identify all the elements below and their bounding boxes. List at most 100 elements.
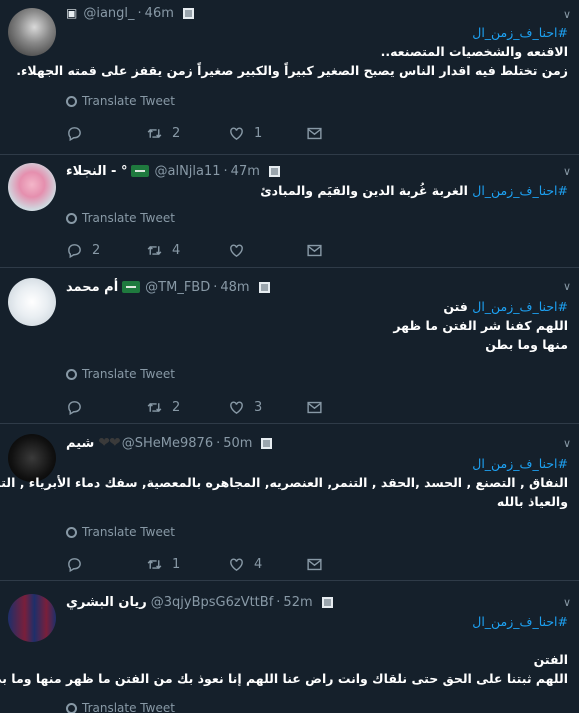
timestamp[interactable]: 52m	[283, 595, 312, 610]
like-count: 4	[254, 556, 263, 572]
timestamp[interactable]: 47m	[231, 164, 260, 179]
hashtag[interactable]: #احنا_ف_زمن_ال	[472, 299, 568, 314]
flag-icon	[131, 165, 150, 177]
retweet-button[interactable]: 1	[146, 555, 180, 573]
globe-icon	[66, 526, 77, 538]
reply-icon	[68, 557, 81, 572]
message-button[interactable]	[306, 555, 323, 573]
tweet[interactable]: ريان البشري @3qjyBpsG6zVttBf · 52m ∨ #اح…	[0, 581, 579, 713]
translate-label: Translate Tweet	[82, 94, 175, 108]
like-button[interactable]: 3	[228, 398, 262, 416]
hashtag[interactable]: #احنا_ف_زمن_ال	[60, 454, 568, 473]
tweet-text-rest: الغربة غُربة الدين والقيَم والمبادئ	[260, 183, 468, 198]
heart-emoji-icon: ❤❤	[98, 435, 120, 451]
globe-icon	[66, 702, 77, 713]
user-handle[interactable]: @iangl_	[83, 6, 134, 21]
image-placeholder-icon	[261, 437, 273, 449]
tweet[interactable]: النجلاء - ° @alNjla11 · 47m ∨ #احنا_ف_زم…	[0, 155, 579, 268]
retweet-button[interactable]: 4	[146, 241, 180, 259]
avatar[interactable]	[8, 163, 56, 211]
tweet-text-line: والعياذ بالله	[496, 494, 568, 509]
flag-icon	[122, 281, 141, 293]
tweet-text-line: الفتن	[533, 652, 568, 667]
tweet-text-rest: فتن	[443, 299, 468, 314]
reply-button[interactable]	[66, 398, 92, 416]
like-icon	[230, 557, 243, 571]
like-button[interactable]: 1	[228, 124, 262, 142]
display-name[interactable]: أم محمد	[66, 280, 118, 295]
user-handle[interactable]: @3qjyBpsG6zVttBf	[151, 595, 274, 610]
chevron-down-icon[interactable]: ∨	[563, 280, 571, 293]
image-placeholder-icon	[268, 165, 280, 177]
tweet[interactable]: شيم ❤❤ @SHeMe9876 · 50m ∨ #احنا_ف_زمن_ال…	[0, 424, 579, 581]
avatar[interactable]	[8, 278, 56, 326]
reply-icon	[68, 126, 81, 141]
tweet[interactable]: ▣ @iangl_ · 46m ∨ #احنا_ف_زمن_ال الاقنعه…	[0, 0, 579, 155]
translate-label: Translate Tweet	[82, 367, 175, 381]
tweet-text: #احنا_ف_زمن_ال الغربة غُربة الدين والقيَ…	[60, 181, 568, 200]
display-name[interactable]: النجلاء - °	[66, 164, 127, 179]
retweet-count: 1	[172, 556, 181, 572]
user-handle[interactable]: @SHeMe9876	[122, 436, 213, 451]
like-count: 1	[254, 125, 263, 141]
tweet-header: النجلاء - ° @alNjla11 · 47m	[66, 162, 280, 180]
timestamp[interactable]: 50m	[223, 436, 252, 451]
message-button[interactable]	[306, 124, 323, 142]
tweet-header: ريان البشري @3qjyBpsG6zVttBf · 52m	[66, 593, 333, 611]
user-handle[interactable]: @alNjla11	[154, 164, 220, 179]
translate-link[interactable]: Translate Tweet	[66, 700, 175, 713]
tweet-text-line: النفاق , التصنع , الحسد ,الحقد , التنمر,…	[0, 475, 568, 490]
tweet-text-line: زمن تختلط فيه اقدار الناس يصبح الصغير كب…	[16, 63, 568, 78]
square-icon: ▣	[66, 6, 78, 20]
tweet-text-line: اللهم ثبتنا على الحق حتى نلقاك وانت راض …	[0, 671, 568, 686]
reply-count: 2	[92, 242, 101, 258]
tweet[interactable]: أم محمد @TM_FBD · 48m ∨ #احنا_ف_زمن_ال ف…	[0, 268, 579, 424]
retweet-icon	[147, 402, 162, 412]
message-icon	[307, 244, 322, 256]
retweet-count: 4	[172, 242, 181, 258]
hashtag[interactable]: #احنا_ف_زمن_ال	[472, 183, 568, 198]
retweet-button[interactable]: 2	[146, 398, 180, 416]
reply-button[interactable]	[66, 555, 92, 573]
user-handle[interactable]: @TM_FBD	[145, 280, 210, 295]
globe-icon	[66, 95, 77, 107]
chevron-down-icon[interactable]: ∨	[563, 596, 571, 609]
reply-icon	[68, 243, 81, 258]
avatar[interactable]	[8, 594, 56, 642]
avatar[interactable]	[8, 8, 56, 56]
tweet-text: #احنا_ف_زمن_ال الفتن اللهم ثبتنا على الح…	[0, 612, 568, 688]
retweet-button[interactable]: 2	[146, 124, 180, 142]
message-button[interactable]	[306, 241, 323, 259]
tweet-text: #احنا_ف_زمن_ال فتن اللهم كفنا شر الفتن م…	[60, 297, 568, 354]
translate-label: Translate Tweet	[82, 525, 175, 539]
globe-icon	[66, 212, 77, 224]
translate-link[interactable]: Translate Tweet	[66, 366, 175, 382]
translate-label: Translate Tweet	[82, 701, 175, 713]
tweet-text-line: منها وما بطن	[485, 337, 568, 352]
image-placeholder-icon	[321, 596, 333, 608]
hashtag[interactable]: #احنا_ف_زمن_ال	[60, 23, 568, 42]
message-button[interactable]	[306, 398, 323, 416]
like-icon	[230, 400, 243, 414]
message-icon	[307, 558, 322, 570]
image-placeholder-icon	[258, 281, 270, 293]
display-name[interactable]: شيم	[66, 436, 94, 451]
chevron-down-icon[interactable]: ∨	[563, 437, 571, 450]
chevron-down-icon[interactable]: ∨	[563, 165, 571, 178]
separator-dot: ·	[137, 5, 142, 21]
like-button[interactable]	[228, 241, 254, 259]
display-name[interactable]: ريان البشري	[66, 595, 147, 610]
tweet-text-line: #احنا_ف_زمن_ال الغربة غُربة الدين والقيَ…	[60, 181, 568, 200]
hashtag[interactable]: #احنا_ف_زمن_ال	[60, 612, 568, 631]
like-button[interactable]: 4	[228, 555, 262, 573]
translate-link[interactable]: Translate Tweet	[66, 93, 175, 109]
reply-button[interactable]	[66, 124, 92, 142]
tweet-actions: 2 4	[66, 241, 356, 259]
like-icon	[230, 243, 243, 257]
translate-link[interactable]: Translate Tweet	[66, 210, 175, 226]
chevron-down-icon[interactable]: ∨	[563, 8, 571, 21]
translate-link[interactable]: Translate Tweet	[66, 524, 175, 540]
reply-button[interactable]: 2	[66, 241, 100, 259]
timestamp[interactable]: 46m	[145, 6, 174, 21]
timestamp[interactable]: 48m	[220, 280, 249, 295]
